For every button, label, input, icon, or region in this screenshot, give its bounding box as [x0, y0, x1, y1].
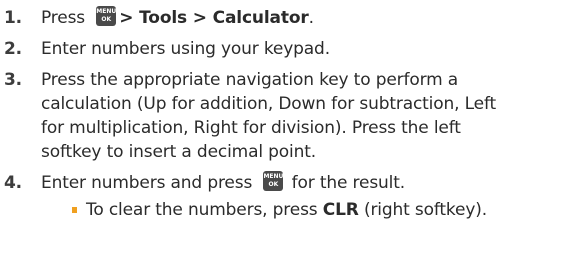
step-text: Enter numbers and press	[41, 173, 258, 193]
step-text: Enter numbers using your keypad.	[41, 39, 330, 59]
step-text-line-3: for multiplication, Right for division).…	[41, 118, 461, 138]
step-number: 3.	[4, 70, 22, 90]
step-number: 2.	[4, 39, 22, 59]
step-text-line-2: calculation (Up for addition, Down for s…	[41, 94, 497, 114]
step-number: 1.	[4, 8, 22, 28]
key-label-ok: OK	[268, 181, 279, 188]
step-2: 2. Enter numbers using your keypad.	[4, 37, 582, 61]
step-number: 4.	[4, 173, 22, 193]
step-text-end: for the result.	[286, 173, 406, 193]
sub-item-text: To clear the numbers, press	[86, 200, 318, 220]
step-4: 4. Enter numbers and press MENU OK for th…	[4, 171, 582, 222]
sub-list: To clear the numbers, press CLR (right s…	[41, 198, 582, 222]
step-3: 3. Press the appropriate navigation key …	[4, 68, 582, 164]
step-text: Press	[41, 8, 91, 28]
menu-ok-key-icon: MENU OK	[263, 171, 284, 191]
key-label-menu: MENU	[263, 173, 284, 180]
key-label-menu: MENU	[96, 8, 117, 15]
menu-path: > Tools > Calculator	[119, 8, 309, 28]
step-text-line-4: softkey to insert a decimal point.	[41, 142, 317, 162]
key-label-ok: OK	[101, 16, 112, 23]
step-1: 1. Press MENU OK > Tools > Calculator.	[4, 6, 582, 30]
menu-ok-key-icon: MENU OK	[96, 6, 117, 26]
instruction-list: 1. Press MENU OK > Tools > Calculator. 2. …	[4, 0, 582, 222]
clr-key-label: CLR	[322, 200, 359, 220]
sub-item-text-end: (right softkey).	[363, 200, 487, 220]
step-text-line-1: Press the appropriate navigation key to …	[41, 70, 459, 90]
square-bullet-icon	[72, 207, 77, 213]
sub-list-item: To clear the numbers, press CLR (right s…	[41, 198, 582, 222]
step-text-end: .	[308, 8, 314, 28]
